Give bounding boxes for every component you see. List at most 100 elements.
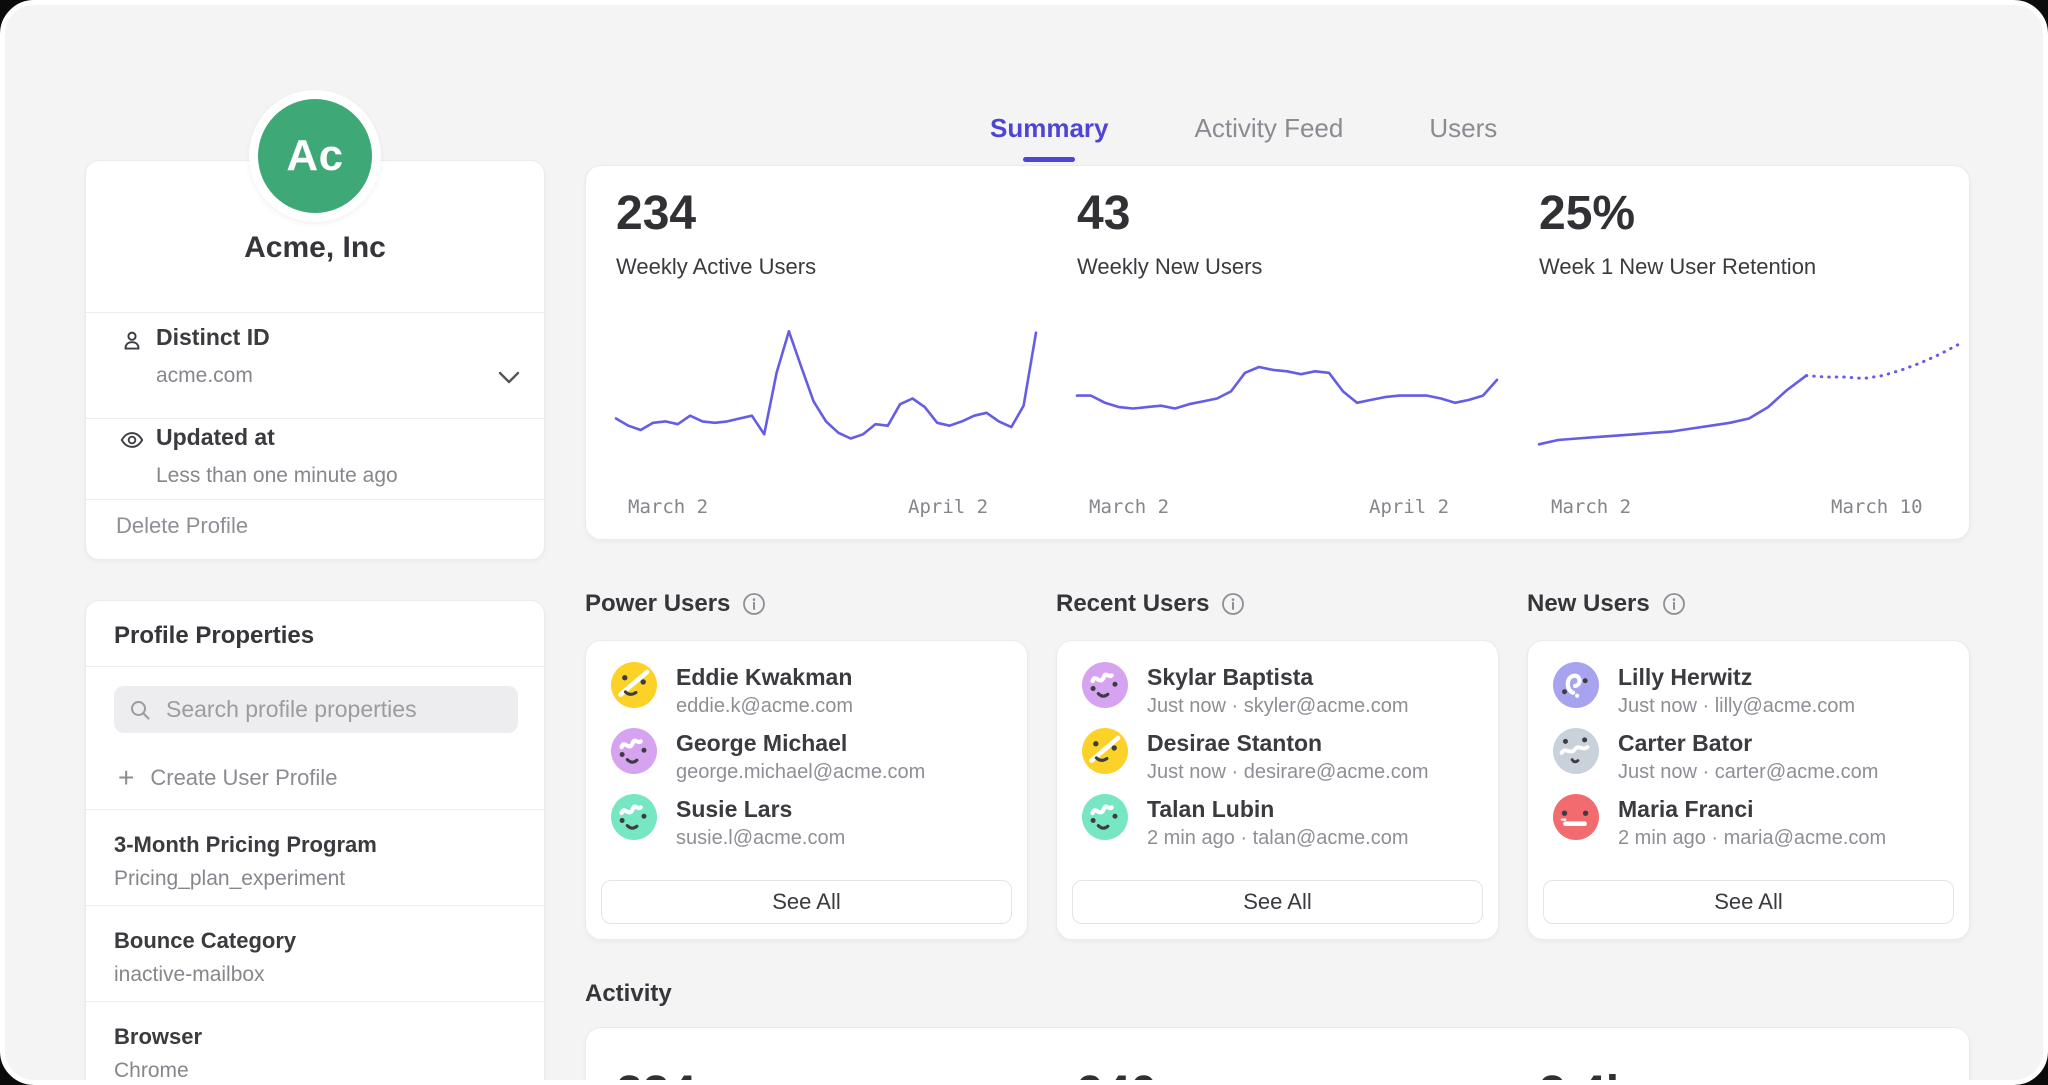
property-row-pricing-program[interactable]: 3-Month Pricing Program Pricing_plan_exp… [86, 809, 544, 906]
create-user-profile-button[interactable]: + Create User Profile [118, 764, 337, 792]
week1-retention-chart [1539, 318, 1959, 478]
property-value: Chrome [114, 1059, 189, 1083]
user-name: George Michael [676, 730, 847, 757]
property-name: Bounce Category [114, 928, 296, 954]
user-name: Susie Lars [676, 796, 792, 823]
user-name: Skylar Baptista [1147, 664, 1313, 691]
user-name: Desirae Stanton [1147, 730, 1322, 757]
user-avatar [611, 662, 657, 708]
field-value: acme.com [156, 364, 253, 388]
user-meta: Just now · desirare@acme.com [1147, 761, 1429, 784]
stat-label: Weekly New Users [1077, 254, 1497, 280]
stat-label: Weekly Active Users [616, 254, 1036, 280]
user-avatar [1082, 662, 1128, 708]
user-row[interactable]: Susie Lars susie.l@acme.com [611, 796, 1002, 846]
x-tick-start: March 2 [1551, 496, 1631, 518]
section-title: New Users [1527, 590, 1650, 618]
divider [86, 666, 544, 667]
x-axis: March 2 April 2 [616, 496, 1036, 522]
tab-summary[interactable]: Summary [990, 113, 1109, 162]
create-user-profile-label: Create User Profile [150, 765, 337, 791]
weekly-active-users-chart [616, 318, 1036, 478]
section-header-power-users: Power Users [585, 590, 766, 618]
company-name: Acme, Inc [86, 231, 544, 265]
chevron-down-icon[interactable] [498, 371, 520, 385]
tab-users[interactable]: Users [1429, 113, 1497, 162]
stat-label: Week 1 New User Retention [1539, 254, 1959, 280]
section-header-recent-users: Recent Users [1056, 590, 1245, 618]
weekly-new-users-chart [1077, 318, 1497, 478]
stat-weekly-active-users: 234 Weekly Active Users March 2 April 2 [616, 186, 1036, 280]
see-all-button[interactable]: See All [1543, 880, 1954, 924]
info-icon[interactable] [1221, 592, 1245, 616]
user-avatar [611, 794, 657, 840]
search-input[interactable] [164, 695, 504, 724]
activity-stat-value: 940 [1077, 1066, 1157, 1085]
x-tick-end: April 2 [1369, 496, 1449, 518]
user-avatar [1553, 662, 1599, 708]
user-row[interactable]: Skylar Baptista Just now · skyler@acme.c… [1082, 664, 1473, 714]
user-row[interactable]: Lilly Herwitz Just now · lilly@acme.com [1553, 664, 1944, 714]
info-icon[interactable] [1662, 592, 1686, 616]
user-meta: Just now · carter@acme.com [1618, 761, 1878, 784]
activity-stat-value: 3.4k [1539, 1066, 1632, 1085]
profile-properties-search[interactable] [114, 686, 518, 733]
user-row[interactable]: Eddie Kwakman eddie.k@acme.com [611, 664, 1002, 714]
stat-value: 25% [1539, 186, 1959, 242]
user-name: Maria Franci [1618, 796, 1754, 823]
user-row[interactable]: Desirae Stanton Just now · desirare@acme… [1082, 730, 1473, 780]
search-icon [128, 698, 152, 722]
x-tick-start: March 2 [1089, 496, 1169, 518]
divider [86, 312, 544, 313]
see-all-button[interactable]: See All [1072, 880, 1483, 924]
plus-icon: + [118, 764, 134, 792]
eye-icon [119, 427, 145, 453]
x-axis: March 2 March 10 [1539, 496, 1959, 522]
x-tick-end: April 2 [908, 496, 988, 518]
profile-properties-title: Profile Properties [114, 622, 314, 650]
company-avatar-initials: Ac [258, 99, 372, 213]
user-avatar [1553, 728, 1599, 774]
x-tick-end: March 10 [1831, 496, 1923, 518]
user-row[interactable]: Talan Lubin 2 min ago · talan@acme.com [1082, 796, 1473, 846]
divider [86, 499, 544, 500]
user-avatar [611, 728, 657, 774]
user-row[interactable]: George Michael george.michael@acme.com [611, 730, 1002, 780]
property-value: Pricing_plan_experiment [114, 867, 345, 891]
info-icon[interactable] [742, 592, 766, 616]
activity-stat-value: 234 [616, 1066, 696, 1085]
field-label: Updated at [156, 424, 275, 451]
tab-activity-feed[interactable]: Activity Feed [1195, 113, 1344, 162]
user-meta: 2 min ago · maria@acme.com [1618, 827, 1886, 850]
section-header-new-users: New Users [1527, 590, 1686, 618]
user-avatar [1082, 794, 1128, 840]
activity-stats-card: 234 940 3.4k [585, 1027, 1970, 1085]
app-window: Ac Acme, Inc Distinct ID acme.com Update… [0, 0, 2048, 1085]
power-users-card: Eddie Kwakman eddie.k@acme.com George Mi… [585, 640, 1028, 940]
field-value: Less than one minute ago [156, 464, 398, 488]
activity-section-title: Activity [585, 980, 672, 1008]
stat-value: 43 [1077, 186, 1497, 242]
x-axis: March 2 April 2 [1077, 496, 1497, 522]
user-meta: Just now · skyler@acme.com [1147, 695, 1408, 718]
x-tick-start: March 2 [628, 496, 708, 518]
user-name: Carter Bator [1618, 730, 1752, 757]
property-name: 3-Month Pricing Program [114, 832, 377, 858]
profile-properties-card: Profile Properties + Create User Profile… [85, 600, 545, 1085]
user-row[interactable]: Maria Franci 2 min ago · maria@acme.com [1553, 796, 1944, 846]
user-meta: Just now · lilly@acme.com [1618, 695, 1855, 718]
divider [86, 418, 544, 419]
new-users-card: Lilly Herwitz Just now · lilly@acme.com … [1527, 640, 1970, 940]
user-row[interactable]: Carter Bator Just now · carter@acme.com [1553, 730, 1944, 780]
stat-week1-retention: 25% Week 1 New User Retention March 2 Ma… [1539, 186, 1959, 280]
user-avatar [1553, 794, 1599, 840]
delete-profile-button[interactable]: Delete Profile [116, 513, 248, 539]
user-name: Lilly Herwitz [1618, 664, 1752, 691]
company-avatar: Ac [249, 90, 381, 222]
user-meta: susie.l@acme.com [676, 827, 845, 850]
field-label: Distinct ID [156, 324, 270, 351]
user-avatar [1082, 728, 1128, 774]
property-row-bounce-category[interactable]: Bounce Category inactive-mailbox [86, 905, 544, 1002]
property-row-browser[interactable]: Browser Chrome [86, 1001, 544, 1085]
see-all-button[interactable]: See All [601, 880, 1012, 924]
